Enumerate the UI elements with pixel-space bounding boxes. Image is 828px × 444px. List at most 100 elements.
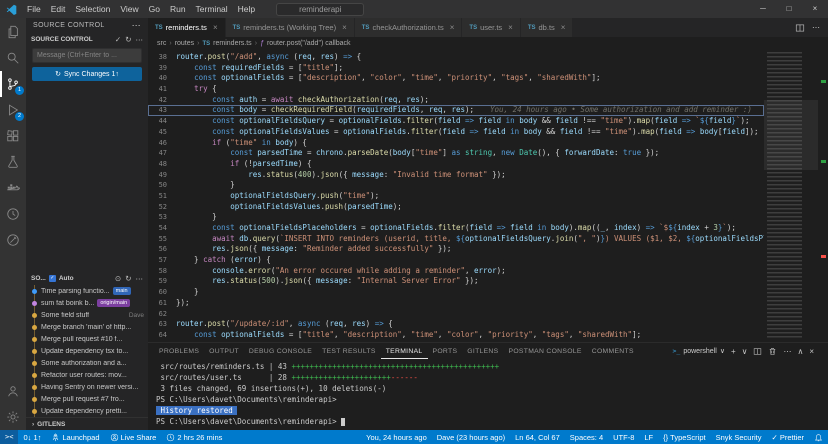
code-line-54[interactable]: 54 const optionalFieldsPlaceholders = op… [148,223,764,234]
command-center[interactable]: reminderapi [276,3,364,16]
postman-icon[interactable] [0,227,26,253]
auto-checkbox[interactable]: ✓ [49,275,56,282]
line-number[interactable]: 41 [148,84,176,95]
menu-selection[interactable]: Selection [70,4,115,14]
gitlens-section-header[interactable]: › GITLENS [26,417,148,430]
line-number[interactable]: 58 [148,266,176,277]
minimize-button[interactable]: ─ [750,0,776,18]
commit-row[interactable]: Time parsing functio...main [26,285,148,297]
line-number[interactable]: 55 [148,234,176,245]
code-line-47[interactable]: 47 const parsedTime = chrono.parseDate(b… [148,148,764,159]
docker-icon[interactable] [0,175,26,201]
new-terminal-icon[interactable]: + [731,347,736,356]
code-line-60[interactable]: 60 } [148,287,764,298]
code-line-50[interactable]: 50 } [148,180,764,191]
split-terminal-icon[interactable] [753,347,762,356]
minimap-slider[interactable] [764,100,818,170]
code-line-53[interactable]: 53 } [148,212,764,223]
commit-row[interactable]: sum fat boink b...origin/main [26,297,148,309]
menu-run[interactable]: Run [165,4,191,14]
more-actions-icon[interactable]: ⋯ [812,23,820,32]
launch-profile-icon[interactable]: ∨ [742,347,748,356]
status-file-blame[interactable]: Dave (23 hours ago) [432,430,510,444]
code-line-55[interactable]: 55 await db.query(`INSERT INTO reminders… [148,234,764,245]
code-area[interactable]: 38router.post("/add", async (req, res) =… [148,52,764,342]
search-icon[interactable] [0,45,26,71]
more-actions-icon[interactable]: ⋯ [132,20,141,31]
status-eol[interactable]: LF [639,430,658,444]
graph-section-header[interactable]: SO... ✓ Auto ⊙↻⋯ [26,272,148,285]
close-icon[interactable]: × [508,23,513,32]
testing-icon[interactable] [0,149,26,175]
status-notifications[interactable] [809,430,828,444]
line-number[interactable]: 61 [148,298,176,309]
line-number[interactable]: 52 [148,202,176,213]
status-line-blame[interactable]: You, 24 hours ago [361,430,432,444]
repo-picker-icon[interactable]: ⊙ [115,274,121,283]
panel-tab-postman-console[interactable]: POSTMAN CONSOLE [503,344,586,359]
commit-row[interactable]: Update dependency pretti... [26,405,148,417]
status-launchpad[interactable]: Launchpad [46,430,104,444]
gitlens-icon[interactable] [0,201,26,227]
line-number[interactable]: 44 [148,116,176,127]
settings-icon[interactable] [0,404,26,430]
more-icon[interactable]: ⋯ [136,35,144,44]
code-line-44[interactable]: 44 const optionalFieldsQuery = optionalF… [148,116,764,127]
line-number[interactable]: 42 [148,95,176,106]
code-line-52[interactable]: 52 optionalFieldsValues.push(parsedTime)… [148,202,764,213]
line-number[interactable]: 40 [148,73,176,84]
explorer-icon[interactable] [0,19,26,45]
sync-changes-button[interactable]: ↻ Sync Changes 1↑ [32,67,142,81]
source-control-icon[interactable]: 1 [0,71,26,97]
line-number[interactable]: 43 [148,105,176,116]
code-line-41[interactable]: 41 try { [148,84,764,95]
code-line-39[interactable]: 39 const requiredFields = ["title"]; [148,63,764,74]
tab-reminders-ts[interactable]: TSreminders.ts× [148,18,226,37]
refresh-icon[interactable]: ↻ [125,35,131,44]
refresh-icon[interactable]: ↻ [125,274,131,283]
line-number[interactable]: 49 [148,170,176,181]
commit-row[interactable]: Some field stuffDave [26,309,148,321]
line-number[interactable]: 63 [148,319,176,330]
line-number[interactable]: 62 [148,309,176,320]
line-number[interactable]: 53 [148,212,176,223]
close-icon[interactable]: × [561,23,566,32]
status-live-share[interactable]: Live Share [105,430,162,444]
commit-row[interactable]: Update dependency tsx to... [26,345,148,357]
line-number[interactable]: 38 [148,52,176,63]
commit-row[interactable]: Merge pull request #10 f... [26,333,148,345]
maximize-button[interactable]: □ [776,0,802,18]
tab-db-ts[interactable]: TSdb.ts× [521,18,574,37]
close-icon[interactable]: × [213,23,218,32]
code-line-43[interactable]: 43 const body = checkRequiredField(requi… [148,105,764,116]
menu-go[interactable]: Go [144,4,165,14]
status-remote-indicator[interactable]: >< [0,430,18,444]
scm-section-header[interactable]: SOURCE CONTROL ✓↻⋯ [26,33,148,46]
breadcrumb-item[interactable]: src [157,40,166,47]
code-line-40[interactable]: 40 const optionalFields = ["description"… [148,73,764,84]
menu-view[interactable]: View [115,4,143,14]
commit-check-icon[interactable]: ✓ [115,35,121,44]
line-number[interactable]: 64 [148,330,176,341]
panel-tab-test-results[interactable]: TEST RESULTS [317,344,381,359]
breadcrumb-item[interactable]: reminders.ts [213,40,252,47]
more-actions-icon[interactable]: ⋯ [783,347,791,356]
close-icon[interactable]: × [450,23,455,32]
code-line-61[interactable]: 61}); [148,298,764,309]
panel-tab-gitlens[interactable]: GITLENS [462,344,503,359]
close-button[interactable]: × [802,0,828,18]
commit-row[interactable]: Having Sentry on newer versi... [26,381,148,393]
status-prettier[interactable]: ✓ Prettier [766,430,809,444]
line-number[interactable]: 39 [148,63,176,74]
more-icon[interactable]: ⋯ [136,274,144,283]
code-line-49[interactable]: 49 res.status(400).json({ message: "Inva… [148,170,764,181]
tab-checkauthorization-ts[interactable]: TScheckAuthorization.ts× [355,18,463,37]
code-line-38[interactable]: 38router.post("/add", async (req, res) =… [148,52,764,63]
code-line-45[interactable]: 45 const optionalFieldsValues = optional… [148,127,764,138]
code-line-42[interactable]: 42 const auth = await checkAuthorization… [148,95,764,106]
code-line-62[interactable]: 62 [148,309,764,320]
line-number[interactable]: 57 [148,255,176,266]
kill-terminal-icon[interactable] [768,347,777,356]
close-panel-icon[interactable]: × [809,347,814,356]
close-icon[interactable]: × [342,23,347,32]
